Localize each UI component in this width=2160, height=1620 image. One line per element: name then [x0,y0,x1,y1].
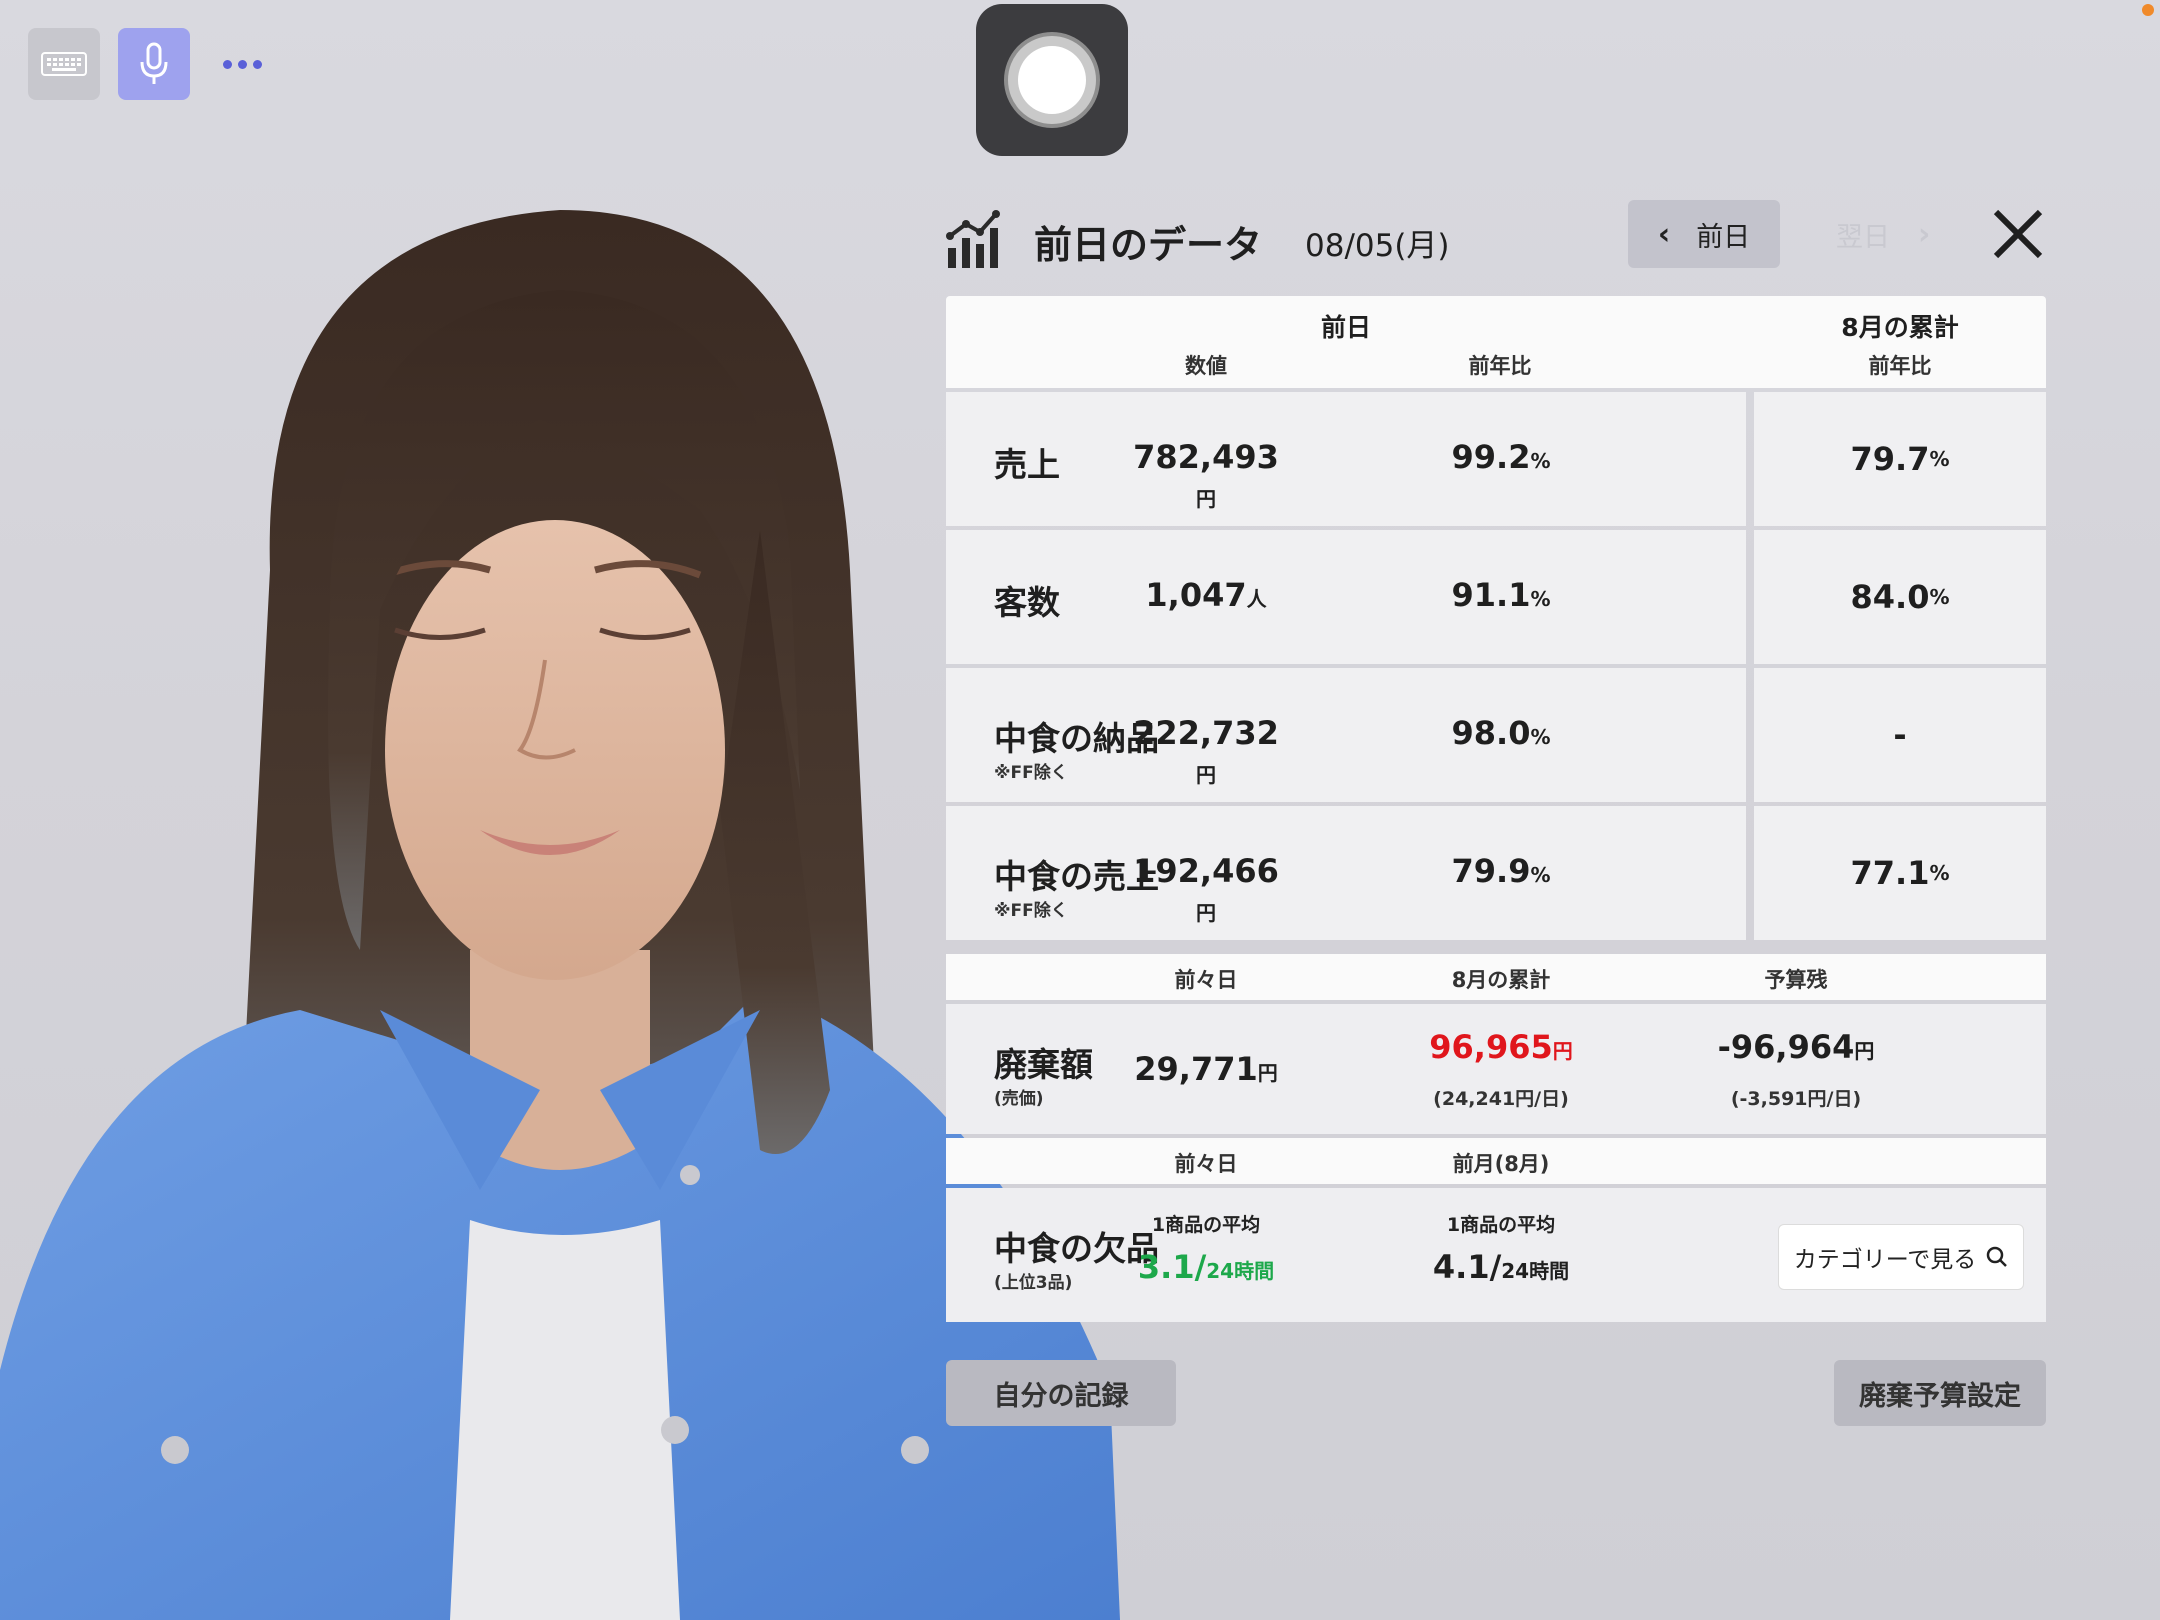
table-row: 客数 1,047人 91.1% 84.0% [946,530,2046,664]
category-view-button[interactable]: カテゴリーで見る [1778,1224,2024,1290]
row-value: 192,466円 [1133,852,1279,925]
waste-header-budget: 予算残 [1764,968,1828,992]
waste-month: 96,965円 [1429,1028,1573,1066]
microphone-button[interactable] [118,28,190,100]
shortage-header-last-month: 前月(8月) [1452,1152,1550,1176]
record-button[interactable] [976,4,1128,156]
keyboard-icon [41,52,87,76]
row-month-yoy: 84.0% [1754,530,2046,664]
panel-title: 前日のデータ [1034,223,1263,267]
waste-budget: -96,964円 [1717,1028,1875,1066]
table-row: 中食の売上 ※FF除く 192,466円 79.9% 77.1% [946,806,2046,940]
row-yoy: 98.0% [1451,714,1551,752]
header-month: 8月の累計 [1841,313,1959,342]
more-button[interactable] [212,28,272,100]
header-month-yoy: 前年比 [1868,354,1932,378]
shortage-row: 中食の欠品 (上位3品) 1商品の平均 3.1/24時間 1商品の平均 4.1/… [946,1188,2046,1322]
more-dots-icon [222,59,262,69]
table-header: 前日 数値 前年比 8月の累計 前年比 [946,296,2046,388]
record-icon [1004,32,1100,128]
next-day-button[interactable]: 翌日 › [1836,200,1948,268]
prev-day-button[interactable]: ‹ 前日 [1628,200,1780,268]
shortage-avg-label-prev2: 1商品の平均 [1151,1214,1261,1236]
waste-prev2: 29,771円 [1134,1050,1278,1088]
row-month-yoy: 79.7% [1754,392,2046,526]
waste-budget-button[interactable]: 廃棄予算設定 [1834,1360,2046,1426]
shortage-prev2: 3.1/24時間 [1137,1248,1275,1286]
waste-row: 廃棄額 (売価) 29,771円 96,965円 (24,241円/日) -96… [946,1004,2046,1134]
row-yoy: 79.9% [1451,852,1551,890]
waste-header-prev2: 前々日 [1174,968,1238,992]
row-value: 222,732円 [1133,714,1279,787]
table-row: 売上 782,493円 99.2% 79.7% [946,392,2046,526]
row-yoy: 91.1% [1451,576,1551,614]
shortage-last-month: 4.1/24時間 [1432,1248,1570,1286]
chart-icon [946,210,1000,268]
keyboard-button[interactable] [28,28,100,100]
search-icon [1987,1246,2008,1267]
my-record-button[interactable]: 自分の記録 [946,1360,1176,1426]
chevron-left-icon: ‹ [1657,216,1671,252]
header-yoy: 前年比 [1468,354,1532,378]
microphone-icon [140,42,168,84]
shortage-note: (上位3品) [994,1273,1073,1293]
shortage-header: 前々日 前月(8月) [946,1138,2046,1184]
waste-header: 前々日 8月の累計 予算残 [946,954,2046,1000]
shortage-header-prev2: 前々日 [1174,1152,1238,1176]
prev-day-label: 前日 [1696,221,1751,253]
row-month-yoy: - [1754,668,2046,802]
waste-header-month: 8月の累計 [1451,968,1551,992]
row-yoy: 99.2% [1451,438,1551,476]
status-indicator [2142,4,2154,16]
waste-note: (売価) [994,1089,1044,1109]
row-label: 客数 [994,583,1060,622]
header-value: 数値 [1185,354,1227,378]
data-panel: 前日 数値 前年比 8月の累計 前年比 売上 782,493円 99.2% 79… [946,296,2046,1322]
row-month-yoy: 77.1% [1754,806,2046,940]
row-label: 売上 [994,445,1060,484]
category-view-label: カテゴリーで見る [1793,1247,1977,1273]
close-icon[interactable] [1988,204,2048,264]
panel-date: 08/05(月) [1305,228,1450,264]
row-value: 1,047人 [1145,576,1267,614]
shortage-avg-label-last-month: 1商品の平均 [1446,1214,1556,1236]
waste-label: 廃棄額 [994,1045,1093,1084]
row-note: ※FF除く [994,763,1068,783]
waste-month-daily: (24,241円/日) [1433,1088,1569,1110]
waste-budget-daily: (-3,591円/日) [1730,1088,1862,1110]
row-note: ※FF除く [994,901,1068,921]
chevron-right-icon: › [1918,216,1931,252]
next-day-label: 翌日 [1836,221,1890,253]
header-prev-day: 前日 [1320,313,1371,342]
table-row: 中食の納品 ※FF除く 222,732円 98.0% - [946,668,2046,802]
row-value: 782,493円 [1133,438,1279,511]
